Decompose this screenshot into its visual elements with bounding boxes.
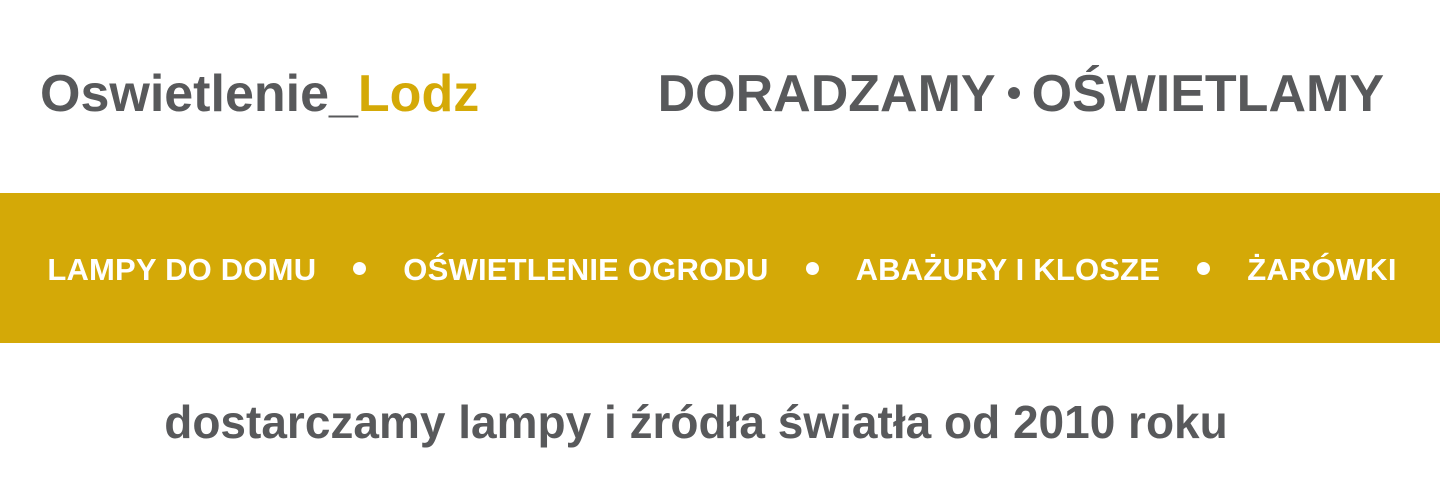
header-tagline: DORADZAMY OŚWIETLAMY bbox=[658, 62, 1384, 126]
tagline-bullet-icon bbox=[1007, 87, 1020, 100]
slogan-text: dostarczamy lampy i źródła światła od 20… bbox=[164, 396, 1228, 448]
nav-separator-dot-icon bbox=[1197, 261, 1211, 275]
main-navigation: LAMPY DO DOMU OŚWIETLENIE OGRODU ABAŻURY… bbox=[0, 193, 1440, 343]
nav-separator-dot-icon bbox=[353, 261, 367, 275]
nav-item-lampy-do-domu[interactable]: LAMPY DO DOMU bbox=[47, 252, 316, 288]
tagline-left: DORADZAMY bbox=[657, 65, 996, 123]
nav-item-abazury-i-klosze[interactable]: ABAŻURY I KLOSZE bbox=[856, 252, 1161, 288]
site-logo[interactable]: Oswietlenie_Lodz bbox=[40, 62, 479, 126]
nav-list: LAMPY DO DOMU OŚWIETLENIE OGRODU ABAŻURY… bbox=[47, 252, 1396, 288]
nav-item-oswietlenie-ogrodu[interactable]: OŚWIETLENIE OGRODU bbox=[403, 252, 768, 288]
nav-item-zarowki[interactable]: ŻARÓWKI bbox=[1247, 252, 1396, 288]
nav-separator-dot-icon bbox=[805, 261, 819, 275]
tagline-right: OŚWIETLAMY bbox=[1031, 65, 1384, 123]
site-header: Oswietlenie_Lodz DORADZAMY OŚWIETLAMY bbox=[0, 0, 1440, 192]
logo-accent-text: Lodz bbox=[357, 65, 480, 123]
logo-main-text: Oswietlenie_ bbox=[40, 65, 358, 123]
